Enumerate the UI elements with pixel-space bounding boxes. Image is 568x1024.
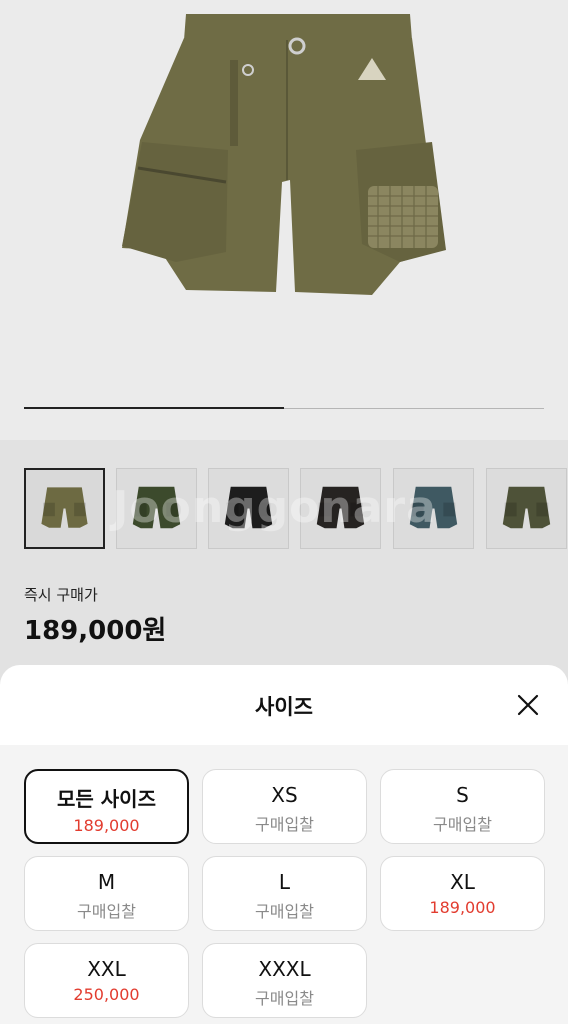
size-name: XS	[271, 783, 298, 807]
size-option-모든-사이즈[interactable]: 모든 사이즈 189,000	[24, 769, 189, 844]
sheet-header: 사이즈	[0, 665, 568, 745]
size-bid-label: 구매입찰	[255, 902, 314, 921]
size-option-area: 모든 사이즈 189,000 XS 구매입찰 S 구매입찰 M 구매입찰 L 구매입찰 XL 189,…	[0, 745, 568, 1024]
size-name: 모든 사이즈	[57, 787, 156, 811]
instant-buy-price-value: 189,000원	[24, 616, 167, 646]
size-bottom-sheet: 사이즈 모든 사이즈 189,000 XS 구매입찰 S 구매입찰 M 구매입찰 L 구매입찰 XL…	[0, 665, 568, 1024]
size-price: 250,000	[73, 985, 140, 1004]
size-option-l[interactable]: L 구매입찰	[202, 856, 367, 931]
gallery-progress-bar	[24, 407, 544, 409]
size-option-xs[interactable]: XS 구매입찰	[202, 769, 367, 844]
size-bid-label: 구매입찰	[77, 902, 136, 921]
size-name: XL	[450, 870, 475, 894]
size-bid-label: 구매입찰	[255, 815, 314, 834]
close-icon	[517, 694, 539, 716]
size-name: S	[456, 783, 469, 807]
size-option-m[interactable]: M 구매입찰	[24, 856, 189, 931]
sheet-title: 사이즈	[255, 695, 313, 719]
size-name: L	[278, 870, 291, 894]
size-option-s[interactable]: S 구매입찰	[380, 769, 545, 844]
gallery-progress-fill	[24, 407, 284, 409]
size-option-xl[interactable]: XL 189,000	[380, 856, 545, 931]
size-name: XXL	[87, 957, 126, 981]
size-price: 189,000	[73, 816, 140, 835]
size-option-xxxl[interactable]: XXXL 구매입찰	[202, 943, 367, 1018]
thumbnail-6[interactable]	[486, 468, 567, 549]
size-name: M	[97, 870, 116, 894]
size-bid-label: 구매입찰	[433, 815, 492, 834]
size-name: XXXL	[258, 957, 311, 981]
size-price: 189,000	[429, 898, 496, 917]
size-bid-label: 구매입찰	[255, 989, 314, 1008]
shorts-thumbnail-image	[26, 470, 103, 547]
instant-buy-price-label: 즉시 구매가	[24, 586, 98, 604]
thumbnail-strip[interactable]: Joonggonara	[0, 440, 568, 565]
shorts-thumbnail-image	[487, 469, 566, 548]
close-button[interactable]	[516, 693, 540, 717]
thumbnail-1[interactable]	[24, 468, 105, 549]
product-image-area[interactable]	[0, 0, 568, 440]
size-option-xxl[interactable]: XXL 250,000	[24, 943, 189, 1018]
watermark-text: Joonggonara	[112, 482, 437, 533]
product-image	[122, 14, 446, 295]
